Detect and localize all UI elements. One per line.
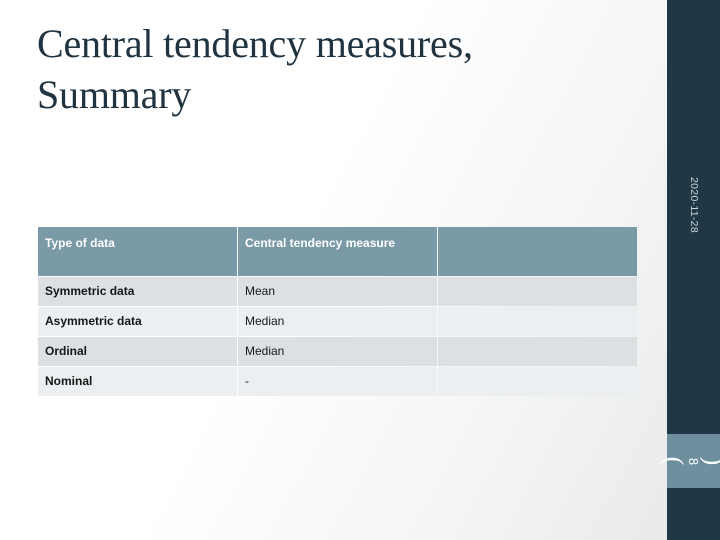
bracket-left-icon: (	[659, 456, 689, 466]
central-tendency-table: Type of data Central tendency measure Sy…	[37, 226, 638, 397]
table-row: Ordinal Median	[38, 337, 637, 367]
cell-extra	[438, 277, 637, 307]
slide-date: 2020-11-28	[667, 150, 720, 260]
cell-extra	[438, 337, 637, 367]
table-row: Asymmetric data Median	[38, 307, 637, 337]
slide: Central tendency measures, Summary Type …	[0, 0, 720, 540]
cell-type-of-data: Ordinal	[38, 337, 237, 367]
cell-extra	[438, 367, 637, 397]
table-row: Nominal -	[38, 367, 637, 397]
cell-extra	[438, 307, 637, 337]
cell-type-of-data: Symmetric data	[38, 277, 237, 307]
table-row: Symmetric data Mean	[38, 277, 637, 307]
sidebar-accent-bar: 2020-11-28 ( 8 )	[659, 0, 720, 540]
table-header-row: Type of data Central tendency measure	[38, 227, 637, 276]
page-title: Central tendency measures, Summary	[37, 21, 473, 118]
column-header-central-tendency-measure: Central tendency measure	[238, 227, 437, 276]
slide-number-badge: ( 8 )	[659, 434, 720, 488]
cell-type-of-data: Nominal	[38, 367, 237, 397]
cell-measure: Median	[238, 337, 437, 367]
bracket-right-icon: )	[700, 457, 720, 466]
cell-measure: Median	[238, 307, 437, 337]
cell-measure: -	[238, 367, 437, 397]
cell-type-of-data: Asymmetric data	[38, 307, 237, 337]
column-header-type-of-data: Type of data	[38, 227, 237, 276]
slide-number-text: 8	[685, 457, 701, 465]
slide-date-text: 2020-11-28	[687, 177, 700, 233]
column-header-empty	[438, 227, 637, 276]
cell-measure: Mean	[238, 277, 437, 307]
